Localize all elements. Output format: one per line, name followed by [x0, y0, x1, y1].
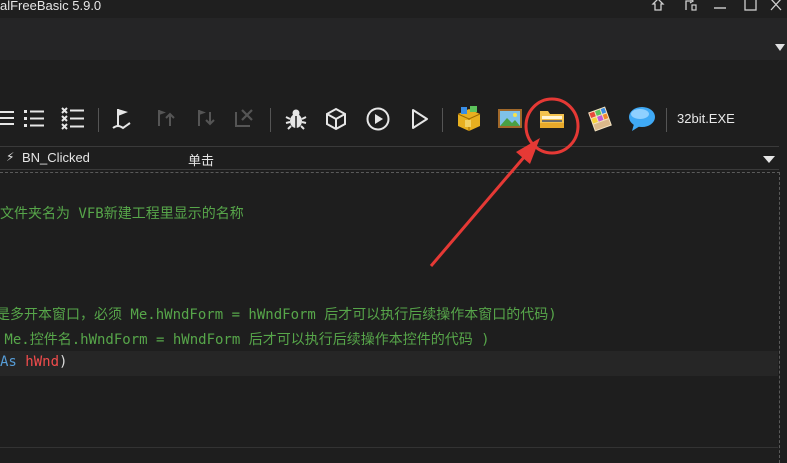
toolbar: 32bit.EXE [0, 100, 787, 140]
scrollbar[interactable] [780, 172, 787, 462]
code-editor[interactable]: 文件夹名为 VFB新建工程里显示的名称 是多开本窗口，必须 Me.hWndFor… [0, 172, 780, 463]
current-line-highlight [0, 351, 778, 376]
chat-bubble-icon[interactable] [627, 104, 657, 134]
code-line: 文件夹名为 VFB新建工程里显示的名称 [0, 206, 244, 222]
lightning-icon: ⚡ [6, 150, 15, 164]
stop-debug-icon [230, 104, 260, 134]
build-target-label[interactable]: 32bit.EXE [677, 111, 735, 126]
toolbar-separator [98, 108, 99, 132]
run-circle-icon[interactable] [363, 104, 393, 134]
align-left-icon[interactable] [0, 104, 20, 134]
event-description: 单击 [188, 153, 215, 168]
code-line: 是多开本窗口，必须 Me.hWndForm = hWndForm 后才可以执行后… [0, 307, 557, 323]
cube-icon[interactable] [321, 104, 351, 134]
list-remove-icon[interactable] [58, 104, 88, 134]
toolbar-separator [270, 108, 271, 132]
flag-run-icon[interactable] [108, 104, 138, 134]
chevron-down-icon[interactable] [763, 156, 775, 163]
toolbar-separator [442, 108, 443, 132]
code-line: Me.控件名.hWndForm = hWndForm 后才可以执行后续操作本控件… [0, 332, 490, 348]
menu-bar [0, 18, 787, 61]
play-icon[interactable] [404, 104, 434, 134]
bug-icon[interactable] [281, 104, 311, 134]
toolbar-separator [666, 108, 667, 132]
close-icon[interactable] [768, 0, 787, 16]
event-name: BN_Clicked [22, 150, 90, 165]
step-down-icon [190, 104, 220, 134]
image-icon[interactable] [495, 104, 525, 134]
code-line: As hWnd) [0, 354, 67, 370]
palette-icon[interactable] [585, 104, 615, 134]
paren: ) [59, 354, 68, 370]
maximize-icon[interactable] [742, 0, 764, 16]
step-up-icon [150, 104, 180, 134]
package-icon[interactable] [454, 104, 484, 134]
folder-icon[interactable] [537, 104, 567, 134]
variable: hWnd [25, 354, 60, 370]
event-selector[interactable]: ⚡ BN_Clicked 单击 [0, 146, 779, 170]
list-icon[interactable] [19, 104, 49, 134]
chevron-down-icon[interactable] [775, 44, 785, 51]
title-bar: alFreeBasic 5.9.0 [0, 0, 787, 18]
divider [0, 447, 778, 448]
minimize-icon[interactable] [712, 0, 734, 16]
toolbar-spacer [0, 60, 787, 100]
tile-icon[interactable] [682, 0, 704, 16]
pin-icon[interactable] [650, 0, 672, 16]
window-title: alFreeBasic 5.9.0 [0, 0, 102, 13]
keyword: As [0, 354, 17, 370]
